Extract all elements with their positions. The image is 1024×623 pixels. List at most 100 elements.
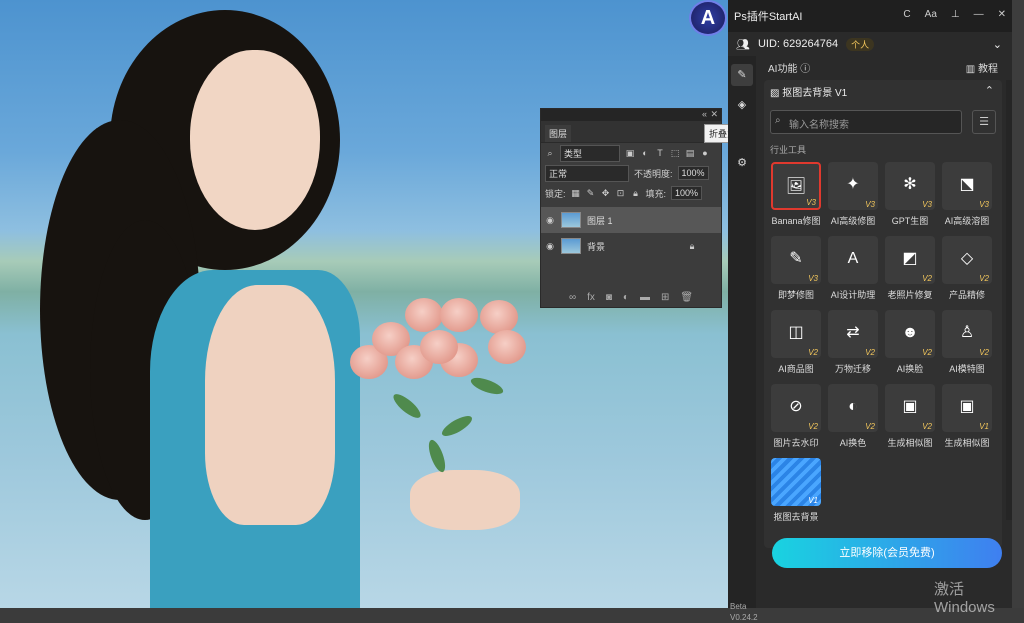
- startai-logo-icon[interactable]: A: [689, 0, 727, 36]
- layer-name: 图层 1: [587, 215, 613, 226]
- tutorial-link[interactable]: 教程: [978, 64, 998, 75]
- folder-icon[interactable]: ▬: [640, 292, 650, 303]
- search-input[interactable]: ⌕ 输入名称搜索: [770, 110, 962, 134]
- refresh-icon[interactable]: C: [903, 9, 910, 20]
- version-badge: V3: [806, 198, 816, 207]
- tool-tile[interactable]: ♙ V2: [942, 310, 992, 358]
- filter-toggle-icon[interactable]: ●: [700, 148, 710, 158]
- trash-icon[interactable]: 🗑︎: [680, 292, 693, 303]
- similar-image-icon: ▣: [959, 398, 975, 415]
- opacity-input[interactable]: 100%: [677, 166, 709, 180]
- layers-icon[interactable]: ◈: [734, 98, 750, 114]
- product-bag-icon: ◫: [788, 324, 804, 341]
- link-icon[interactable]: ∞: [569, 292, 576, 303]
- tool-item[interactable]: ⬔ V3 AI高级溶图: [941, 162, 993, 230]
- tool-item[interactable]: 🖼︎ V3 Banana修图: [770, 162, 822, 230]
- lock-all-icon[interactable]: 🔒︎: [631, 188, 641, 198]
- tool-tile[interactable]: ✻ V3: [885, 162, 935, 210]
- edit-icon[interactable]: ✎: [731, 64, 753, 86]
- tool-tile[interactable]: ◐ V2: [828, 384, 878, 432]
- tool-item[interactable]: V1 抠图去背景: [770, 458, 822, 526]
- fill-label: 填充:: [645, 188, 667, 199]
- tool-item[interactable]: ☻ V2 AI换脸: [884, 310, 936, 378]
- tool-tile[interactable]: ▣ V1: [942, 384, 992, 432]
- tool-item[interactable]: ◇ V2 产品精修: [941, 236, 993, 304]
- tool-tile[interactable]: ⊘ V2: [771, 384, 821, 432]
- adjustment-icon[interactable]: ◐: [623, 292, 629, 303]
- tool-name: AI模特图: [949, 364, 985, 374]
- filter-adjust-icon[interactable]: ◐: [640, 148, 650, 158]
- tool-name: AI设计助理: [830, 290, 876, 300]
- layer-thumbnail: [561, 238, 581, 254]
- tool-item[interactable]: ⇄ V2 万物迁移: [827, 310, 879, 378]
- filter-type-icon[interactable]: T: [655, 148, 665, 158]
- eye-icon[interactable]: ◉: [545, 241, 555, 251]
- users-icon: 👥︎: [736, 38, 750, 51]
- lock-brush-icon[interactable]: ✎: [586, 188, 596, 198]
- tool-item[interactable]: ◫ V2 AI商品图: [770, 310, 822, 378]
- tool-name: 老照片修复: [887, 290, 933, 300]
- eye-icon[interactable]: ◉: [545, 215, 555, 225]
- lock-pixels-icon[interactable]: ▦: [571, 188, 581, 198]
- lock-artboard-icon[interactable]: ⊡: [616, 188, 626, 198]
- tool-item[interactable]: A AI设计助理: [827, 236, 879, 304]
- layer-row[interactable]: ◉ 图层 1: [541, 207, 721, 233]
- minimize-icon[interactable]: —: [974, 9, 984, 20]
- new-layer-icon[interactable]: ⊞: [661, 292, 669, 303]
- search-icon: ⌕: [775, 115, 781, 126]
- tool-item[interactable]: ◩ V2 老照片修复: [884, 236, 936, 304]
- tool-tile[interactable]: ✎ V3: [771, 236, 821, 284]
- tool-item[interactable]: ✻ V3 GPT生图: [884, 162, 936, 230]
- version-badge: V2: [865, 422, 875, 431]
- card-title: 抠图去背景 V1: [782, 88, 848, 99]
- tool-name: AI高级修图: [830, 216, 876, 226]
- tool-tile[interactable]: A: [828, 236, 878, 284]
- tool-name: 产品精修: [948, 290, 985, 300]
- tool-tile[interactable]: ◩ V2: [885, 236, 935, 284]
- tool-item[interactable]: ✦ V3 AI高级修图: [827, 162, 879, 230]
- pin-icon[interactable]: ⊥: [951, 9, 960, 20]
- tool-tile[interactable]: ▣ V2: [885, 384, 935, 432]
- layers-panel: « ✕ 图层 ≡ ⌕ 类型 ▣ ◐ T ⬚ ▤ ● 正常 不透明度: 100% …: [540, 108, 722, 308]
- tool-tile[interactable]: V1: [771, 458, 821, 506]
- font-size-icon[interactable]: Aa: [925, 9, 937, 20]
- close-icon[interactable]: ✕: [710, 109, 718, 120]
- tab-layers[interactable]: 图层: [545, 125, 572, 142]
- gear-icon[interactable]: ⚙: [734, 156, 750, 172]
- tool-tile[interactable]: ☻ V2: [885, 310, 935, 358]
- tool-tile[interactable]: 🖼︎ V3: [771, 162, 821, 210]
- layer-row[interactable]: ◉ 背景 🔒︎: [541, 233, 721, 259]
- mask-icon[interactable]: ◙: [606, 292, 612, 303]
- close-icon[interactable]: ✕: [998, 9, 1006, 20]
- tool-item[interactable]: ✎ V3 即梦修图: [770, 236, 822, 304]
- chevron-down-icon[interactable]: ⌄: [993, 38, 1002, 51]
- tool-tile[interactable]: ◇ V2: [942, 236, 992, 284]
- fill-input[interactable]: 100%: [671, 186, 703, 200]
- filter-smart-icon[interactable]: ▤: [685, 148, 695, 158]
- layer-filter-select[interactable]: 类型: [560, 144, 620, 162]
- filter-shape-icon[interactable]: ⬚: [670, 148, 680, 158]
- collapse-icon[interactable]: «: [702, 109, 707, 119]
- tool-tile[interactable]: ✦ V3: [828, 162, 878, 210]
- lock-move-icon[interactable]: ✥: [601, 188, 611, 198]
- image-blend-icon: ⬔: [959, 176, 975, 193]
- tool-tile[interactable]: ⇄ V2: [828, 310, 878, 358]
- remove-now-button[interactable]: 立即移除(会员免费): [772, 538, 1002, 568]
- user-badge[interactable]: 个人: [846, 37, 875, 51]
- tool-tile[interactable]: ◫ V2: [771, 310, 821, 358]
- tool-item[interactable]: ▣ V2 生成相似图: [884, 384, 936, 452]
- info-icon[interactable]: ⓘ: [800, 64, 810, 75]
- tool-item[interactable]: ◐ V2 AI换色: [827, 384, 879, 452]
- tool-item[interactable]: ♙ V2 AI模特图: [941, 310, 993, 378]
- blend-mode-select[interactable]: 正常: [545, 164, 629, 182]
- chevron-up-icon[interactable]: ⌃: [985, 84, 994, 97]
- filter-pixel-icon[interactable]: ▣: [625, 148, 635, 158]
- version-badge: V2: [922, 274, 932, 283]
- tool-item[interactable]: ▣ V1 生成相似图: [941, 384, 993, 452]
- list-view-button[interactable]: ☰: [972, 110, 996, 134]
- tool-tile[interactable]: ⬔ V3: [942, 162, 992, 210]
- layer-thumbnail: [561, 212, 581, 228]
- fx-icon[interactable]: fx: [587, 292, 595, 303]
- tool-item[interactable]: ⊘ V2 图片去水印: [770, 384, 822, 452]
- version-badge: V2: [979, 348, 989, 357]
